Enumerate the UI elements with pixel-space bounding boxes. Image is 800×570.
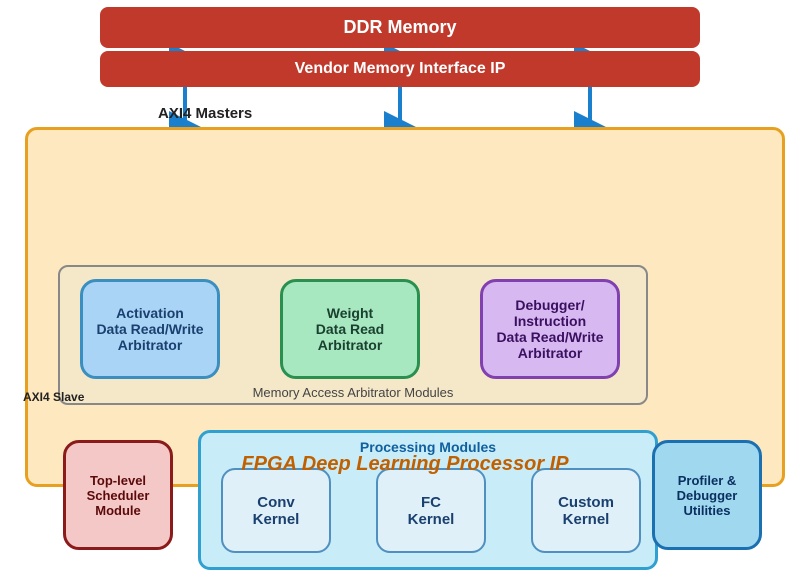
diagram: DDR Memory Vendor Memory Interface IP AX… — [10, 7, 790, 507]
conv-kernel: ConvKernel — [221, 468, 331, 553]
fpga-outer-box: ActivationData Read/WriteArbitrator Weig… — [25, 127, 785, 487]
fc-kernel: FCKernel — [376, 468, 486, 553]
processing-box: Processing Modules ConvKernel FCKernel C… — [198, 430, 658, 570]
ddr-memory-box: DDR Memory — [100, 7, 700, 48]
activation-arbitrator: ActivationData Read/WriteArbitrator — [80, 279, 220, 379]
debugger-arbitrator: Debugger/InstructionData Read/WriteArbit… — [480, 279, 620, 379]
ddr-memory-label: DDR Memory — [343, 17, 456, 37]
axi4-masters-label: AXI4 Masters — [158, 105, 252, 122]
fpga-label: FPGA Deep Learning Processor IP — [28, 453, 782, 476]
vendor-memory-box: Vendor Memory Interface IP — [100, 51, 700, 87]
vendor-memory-label: Vendor Memory Interface IP — [295, 60, 506, 77]
arbitrator-box: ActivationData Read/WriteArbitrator Weig… — [58, 265, 648, 405]
weight-arbitrator: WeightData ReadArbitrator — [280, 279, 420, 379]
debugger-arbitrator-label: Debugger/InstructionData Read/WriteArbit… — [496, 297, 603, 361]
conv-kernel-label: ConvKernel — [253, 494, 300, 528]
arbitrator-section-label: Memory Access Arbitrator Modules — [60, 385, 646, 400]
scheduler-label: Top-levelSchedulerModule — [87, 473, 150, 518]
weight-arbitrator-label: WeightData ReadArbitrator — [316, 305, 384, 353]
fc-kernel-label: FCKernel — [408, 494, 455, 528]
axi4-slave-label: AXI4 Slave — [23, 390, 84, 404]
profiler-label: Profiler &DebuggerUtilities — [677, 473, 738, 518]
custom-kernel: CustomKernel — [531, 468, 641, 553]
custom-kernel-label: CustomKernel — [558, 494, 614, 528]
activation-arbitrator-label: ActivationData Read/WriteArbitrator — [96, 305, 203, 353]
